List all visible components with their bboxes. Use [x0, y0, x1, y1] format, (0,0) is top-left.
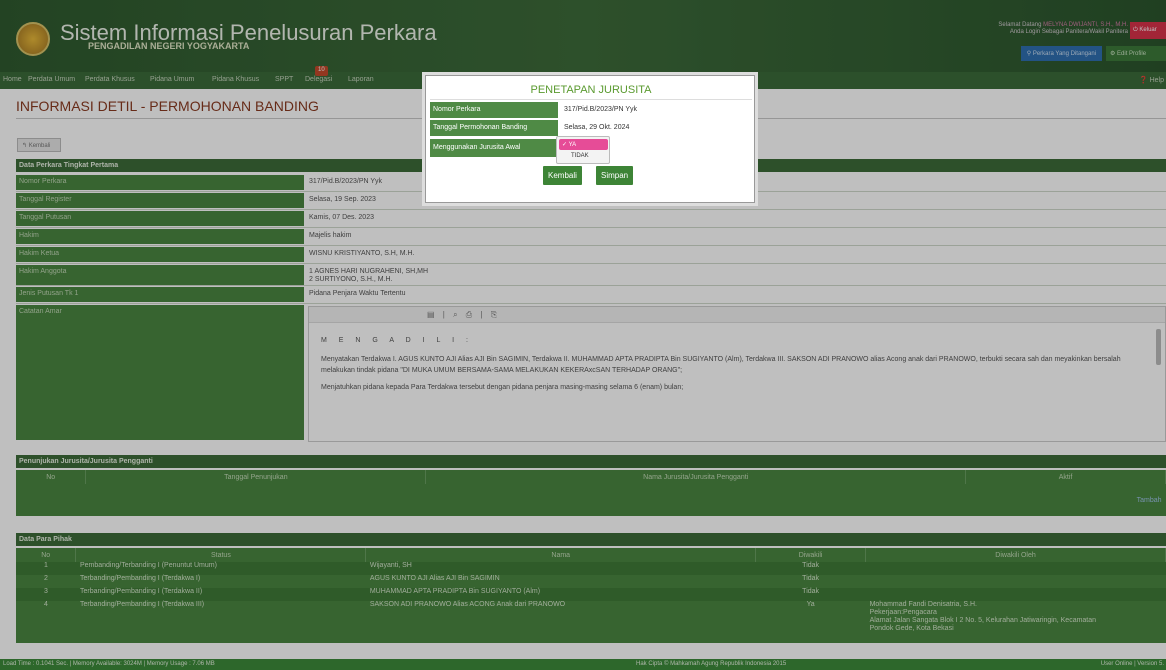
modal-label-tanggal: Tanggal Permohonan Banding	[430, 120, 558, 136]
modal-label-jurusita-awal: Menggunakan Jurusita Awal	[430, 139, 558, 157]
option-ya[interactable]: ✓ YA	[559, 139, 608, 150]
simpan-button[interactable]: Simpan	[596, 166, 634, 185]
modal-divider	[430, 99, 752, 100]
modal-value-tanggal: Selasa, 29 Okt. 2024	[564, 124, 630, 131]
option-tidak[interactable]: TIDAK	[571, 153, 589, 159]
modal-title: PENETAPAN JURUSITA	[530, 84, 652, 96]
kembali-button[interactable]: Kembali	[543, 166, 582, 185]
modal-label-nomor: Nomor Perkara	[430, 102, 558, 118]
modal-value-nomor: 317/Pid.B/2023/PN Yyk	[564, 106, 638, 113]
jurusita-awal-select[interactable]: ✓ YA TIDAK	[556, 136, 610, 164]
